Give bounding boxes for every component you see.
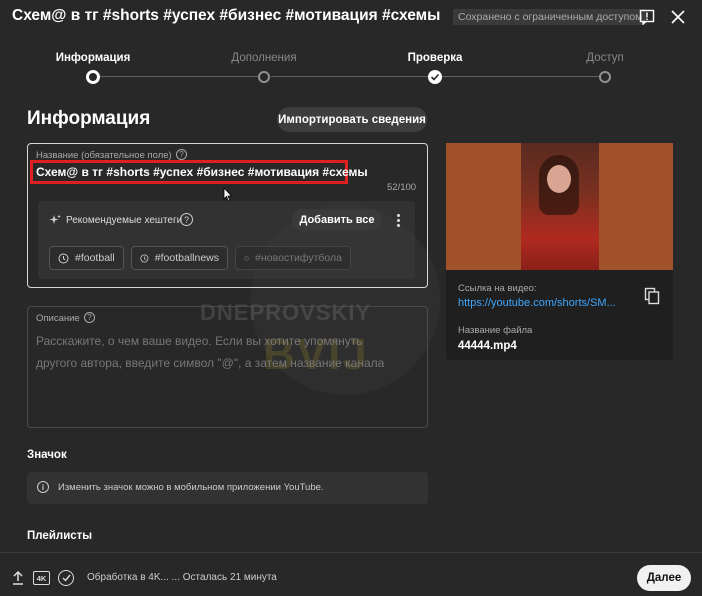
hashtag-chip[interactable]: #footballnews (131, 246, 228, 270)
title-char-counter: 52/100 (387, 182, 417, 193)
step-extras-label[interactable]: Дополнения (214, 52, 314, 64)
processing-status: Обработка в 4K... ... Осталась 21 минута (87, 572, 277, 583)
more-vert-icon[interactable] (392, 211, 404, 229)
hashtag-chip-label: #football (75, 252, 115, 264)
step-access-label[interactable]: Доступ (555, 52, 655, 64)
step-connector (442, 76, 599, 77)
step-connector (100, 76, 258, 77)
step-inactive-dot[interactable] (599, 71, 611, 83)
description-label: Описание (36, 313, 80, 324)
help-icon[interactable]: ? (84, 312, 95, 323)
feedback-icon[interactable] (636, 6, 658, 28)
thumbnail-heading: Значок (27, 449, 67, 461)
footer-divider (0, 552, 702, 553)
filename-value: 44444.mp4 (458, 340, 517, 352)
description-placeholder: Расскажите, о чем ваше видео. Если вы хо… (36, 334, 385, 370)
step-current-dot[interactable] (86, 70, 100, 84)
filename-label: Название файла (458, 325, 533, 336)
import-details-button[interactable]: Импортировать сведения (277, 107, 427, 132)
video-link-label: Ссылка на видео: (458, 283, 537, 294)
history-icon (140, 254, 149, 262)
section-heading: Информация (27, 108, 151, 129)
history-icon (244, 255, 249, 261)
step-check-label[interactable]: Проверка (385, 52, 485, 64)
step-done-check-icon[interactable] (428, 70, 442, 84)
history-icon (58, 253, 69, 263)
step-connector (271, 76, 429, 77)
info-icon: i (37, 481, 49, 493)
saved-status-badge: Сохранено с ограниченным доступом (453, 9, 648, 25)
title-input-value[interactable]: Схем@ в тг #shorts #успех #бизнес #мотив… (36, 165, 368, 179)
step-info-label[interactable]: Информация (43, 52, 143, 64)
hashtag-chip[interactable]: #football (49, 246, 124, 270)
hashtag-chip[interactable]: #новостифутбола (235, 246, 351, 270)
help-icon[interactable]: ? (176, 149, 187, 160)
help-icon[interactable]: ? (180, 213, 193, 226)
video-link[interactable]: https://youtube.com/shorts/SM... (458, 297, 616, 309)
add-all-hashtags-button[interactable]: Добавить все (292, 209, 382, 231)
close-icon[interactable] (667, 6, 689, 28)
next-button[interactable]: Далее (637, 565, 691, 591)
copy-icon[interactable] (644, 287, 660, 310)
playlists-heading: Плейлисты (27, 530, 93, 542)
hashtag-chip-label: #новостифутбола (255, 252, 342, 264)
video-frame (521, 143, 599, 270)
recommended-hashtags-label: Рекомендуемые хештеги (66, 215, 183, 226)
quality-4k-badge[interactable]: 4K (33, 571, 50, 585)
hashtag-chip-label: #footballnews (154, 252, 219, 264)
dialog-title: Схем@ в тг #shorts #успех #бизнес #мотив… (12, 7, 441, 24)
upload-icon[interactable] (11, 570, 25, 590)
step-inactive-dot[interactable] (258, 71, 270, 83)
check-circle-icon[interactable] (58, 570, 74, 586)
sparkle-icon (49, 213, 61, 231)
thumbnail-info-text: Изменить значок можно в мобильном прилож… (58, 482, 324, 493)
